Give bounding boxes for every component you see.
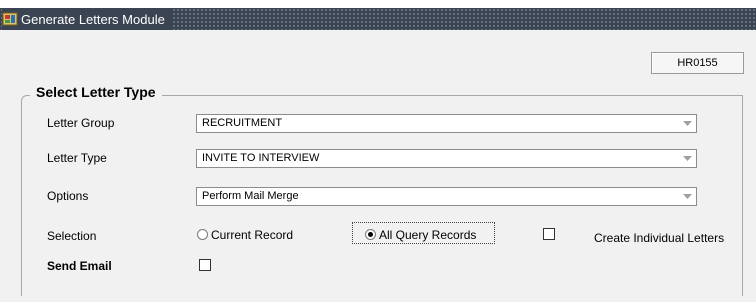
letter-type-label: Letter Type [47, 151, 107, 165]
all-query-records-radio[interactable] [365, 229, 376, 240]
letter-group-value: RECRUITMENT [202, 117, 283, 129]
letter-type-value: INVITE TO INTERVIEW [202, 152, 320, 164]
all-query-records-label[interactable]: All Query Records [379, 228, 476, 242]
letter-group-label: Letter Group [47, 116, 115, 130]
current-record-radio[interactable] [197, 229, 208, 240]
send-email-label: Send Email [47, 259, 112, 273]
window-title: Generate Letters Module [21, 11, 165, 27]
chevron-down-icon[interactable] [680, 116, 695, 131]
options-select[interactable]: Perform Mail Merge [196, 187, 697, 206]
letter-group-select[interactable]: RECRUITMENT [196, 114, 697, 133]
chevron-down-icon[interactable] [680, 151, 695, 166]
options-value: Perform Mail Merge [202, 190, 299, 202]
current-record-label[interactable]: Current Record [211, 228, 293, 242]
create-individual-letters-checkbox[interactable] [543, 228, 555, 240]
letter-type-select[interactable]: INVITE TO INTERVIEW [196, 149, 697, 168]
create-individual-letters-label: Create Individual Letters [594, 231, 725, 245]
options-label: Options [47, 189, 89, 203]
form-code-field: HR0155 [651, 52, 744, 74]
send-email-checkbox[interactable] [199, 259, 211, 271]
group-title: Select Letter Type [30, 84, 162, 100]
selection-label: Selection [47, 229, 97, 243]
window-title-bar[interactable]: Generate Letters Module [0, 8, 756, 30]
chevron-down-icon[interactable] [680, 189, 695, 204]
oracle-forms-window-icon [2, 11, 18, 27]
